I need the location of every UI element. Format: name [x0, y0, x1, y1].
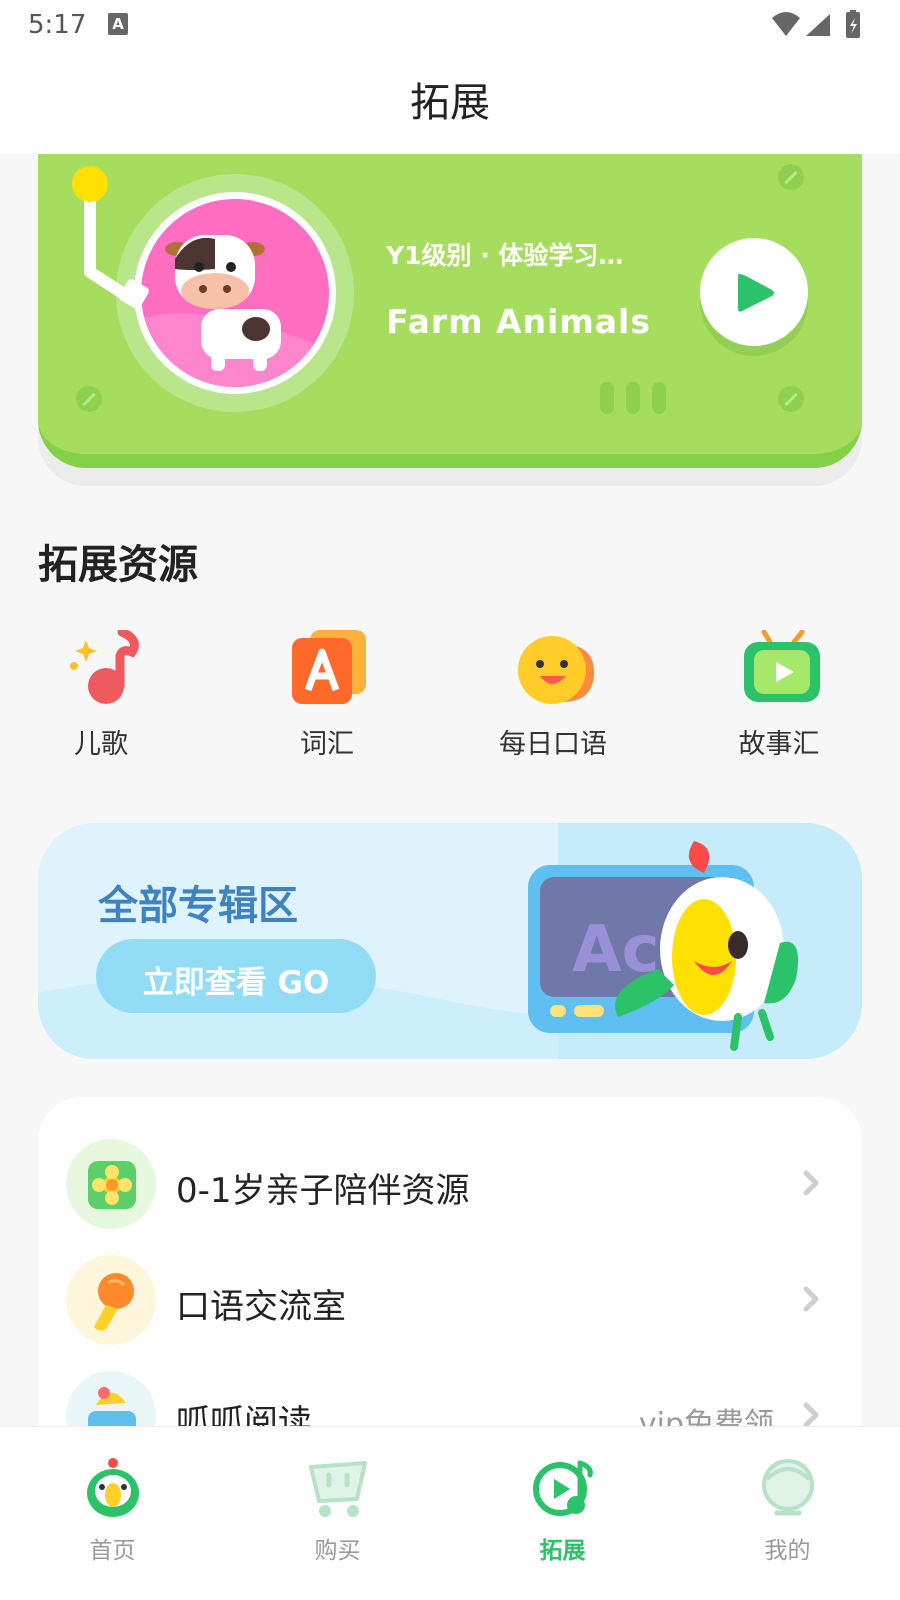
chevron-right-icon	[803, 1402, 819, 1428]
tonearm-icon	[72, 166, 149, 309]
player-card[interactable]: Y1级别 · 体验学习… Farm Animals	[38, 154, 862, 468]
section-title: 拓展资源	[38, 542, 198, 588]
list-item-label: 0-1岁亲子陪伴资源	[176, 1171, 470, 1211]
tab-home[interactable]: 首页	[0, 1427, 225, 1600]
music-note-icon	[70, 630, 139, 704]
tab-purchase[interactable]: 购买	[225, 1427, 450, 1600]
view-now-button[interactable]: 立即查看 GO	[96, 939, 376, 1013]
resource-label: 儿歌	[74, 729, 128, 760]
list-item-speaking-room[interactable]: 口语交流室	[38, 1241, 862, 1357]
all-albums-banner[interactable]: 全部专辑区 立即查看 GO Ac	[38, 823, 862, 1059]
chevron-right-icon	[803, 1286, 819, 1312]
resource-label: 故事汇	[738, 729, 820, 760]
resource-item-daily-speaking[interactable]: 每日口语	[478, 630, 628, 770]
resource-label: 每日口语	[499, 729, 607, 760]
wifi-icon	[772, 12, 800, 36]
resource-item-vocab[interactable]: 词汇	[252, 630, 402, 770]
album-art	[141, 199, 329, 387]
audio-wave-icon	[600, 382, 666, 414]
status-bar: 5:17 A	[0, 0, 900, 52]
play-button[interactable]	[700, 238, 808, 346]
screw-icon	[76, 386, 102, 412]
microphone-icon	[94, 1273, 134, 1331]
status-icons	[772, 10, 860, 38]
list-item-parent-child[interactable]: 0-1岁亲子陪伴资源	[38, 1125, 862, 1241]
view-now-label: 立即查看 GO	[142, 965, 330, 1001]
page-title: 拓展	[410, 80, 490, 126]
banner-title: 全部专辑区	[98, 883, 298, 929]
title-bar: 拓展	[0, 52, 900, 154]
list-item-label: 口语交流室	[176, 1287, 346, 1327]
flower-icon-bg	[66, 1139, 156, 1229]
resource-item-stories[interactable]: 故事汇	[704, 630, 854, 770]
microphone-icon-bg	[66, 1255, 156, 1345]
flower-icon	[88, 1161, 136, 1209]
tab-label: 我的	[764, 1538, 811, 1564]
play-icon	[738, 273, 774, 312]
music-play-icon	[533, 1460, 593, 1516]
tab-label: 购买	[314, 1538, 361, 1564]
speech-duck-icon	[518, 636, 594, 704]
bottom-tab-bar: 首页 购买 拓展 我的	[0, 1427, 900, 1600]
tab-label: 拓展	[539, 1538, 586, 1564]
cow-icon	[141, 235, 329, 387]
resource-item-songs[interactable]: 儿歌	[26, 630, 176, 770]
resource-label: 词汇	[300, 729, 354, 760]
chevron-right-icon	[803, 1170, 819, 1196]
parrot-home-icon	[87, 1458, 139, 1517]
signal-icon	[806, 14, 830, 36]
tab-label: 首页	[89, 1538, 136, 1564]
tv-play-icon	[744, 630, 820, 702]
screw-icon	[778, 164, 804, 190]
letter-a-card-icon	[292, 630, 366, 704]
track-name: Farm Animals	[386, 302, 651, 341]
status-time: 5:17	[28, 10, 87, 40]
cart-icon	[309, 1461, 367, 1517]
tab-mine[interactable]: 我的	[675, 1427, 900, 1600]
tab-extension[interactable]: 拓展	[450, 1427, 675, 1600]
track-level: Y1级别 · 体验学习…	[386, 241, 624, 270]
screw-icon	[778, 386, 804, 412]
profile-face-icon	[762, 1459, 814, 1516]
notification-a-icon: A	[108, 13, 128, 35]
parrot-mascot-icon: Ac	[528, 841, 798, 1051]
